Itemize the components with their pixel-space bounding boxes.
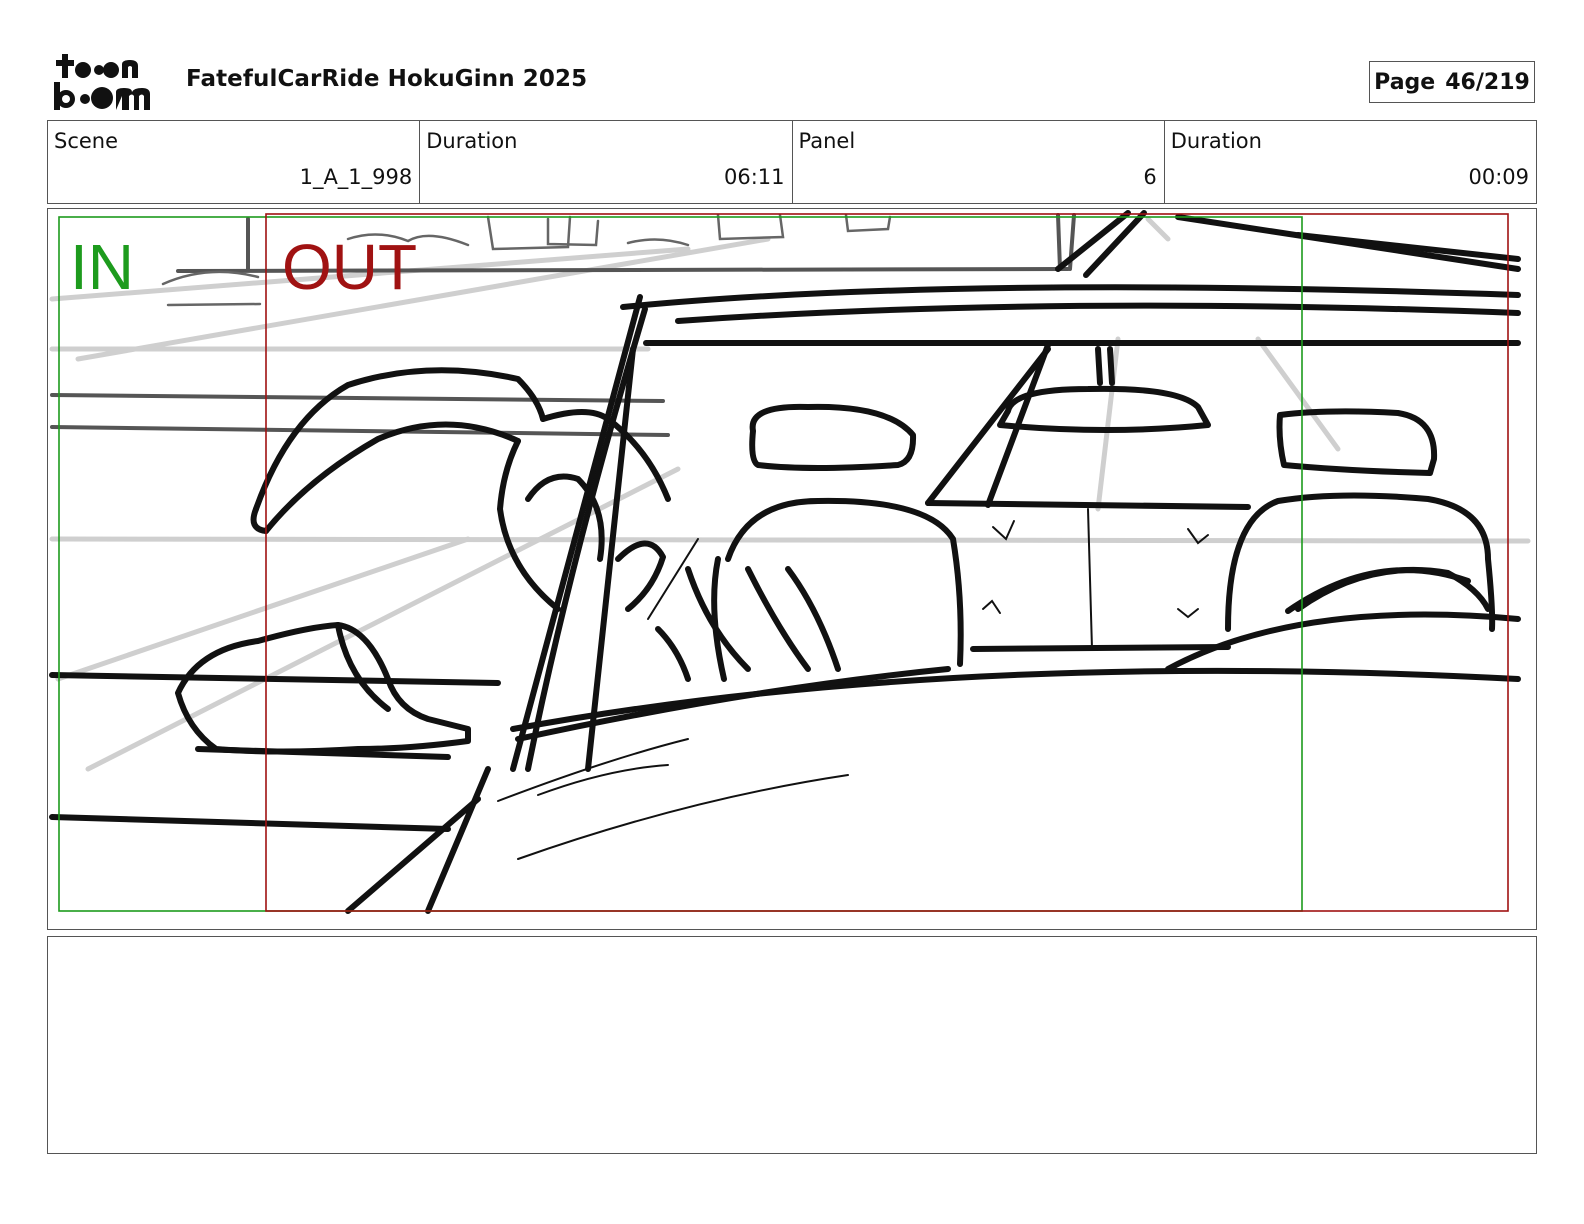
- in-frame-label: IN: [70, 231, 134, 303]
- page-indicator: Page 46/219: [1369, 61, 1535, 103]
- storyboard-panel: IN OUT: [47, 208, 1537, 930]
- scene-label: Scene: [54, 129, 119, 153]
- panel-label: Panel: [798, 129, 856, 153]
- scene-duration-cell: Duration 06:11: [420, 121, 793, 203]
- scene-value: 1_A_1_998: [299, 165, 413, 189]
- out-frame-label: OUT: [282, 231, 418, 303]
- scene-duration-value: 06:11: [723, 165, 785, 189]
- storyboard-sketch: [49, 210, 1531, 914]
- scene-cell: Scene 1_A_1_998: [48, 121, 421, 203]
- page-label: Page: [1374, 69, 1436, 95]
- page-value: 46/219: [1445, 69, 1530, 95]
- scene-info-table: Scene 1_A_1_998 Duration 06:11 Panel 6 D…: [47, 120, 1537, 204]
- panel-cell: Panel 6: [793, 121, 1165, 203]
- panel-duration-cell: Duration 00:09: [1165, 121, 1536, 203]
- panel-value: 6: [1143, 165, 1157, 189]
- panel-duration-value: 00:09: [1468, 165, 1529, 189]
- panel-duration-label: Duration: [1170, 129, 1262, 153]
- panel-notes-area[interactable]: [47, 936, 1537, 1154]
- document-title: FatefulCarRide HokuGinn 2025: [186, 66, 588, 92]
- toon-boom-logo: [54, 54, 150, 110]
- scene-duration-label: Duration: [426, 129, 518, 153]
